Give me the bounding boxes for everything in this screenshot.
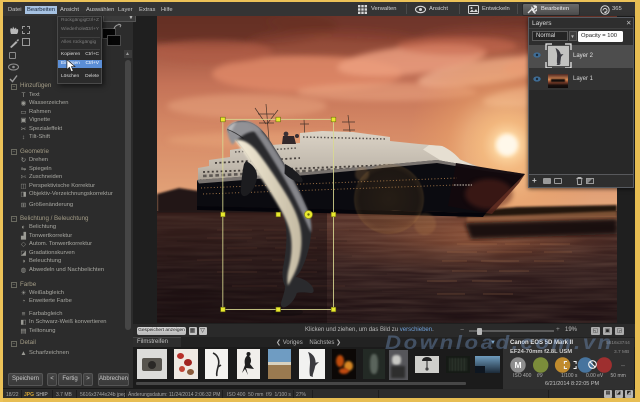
svg-text:M: M	[514, 360, 521, 370]
svg-text:--: --	[621, 363, 625, 369]
